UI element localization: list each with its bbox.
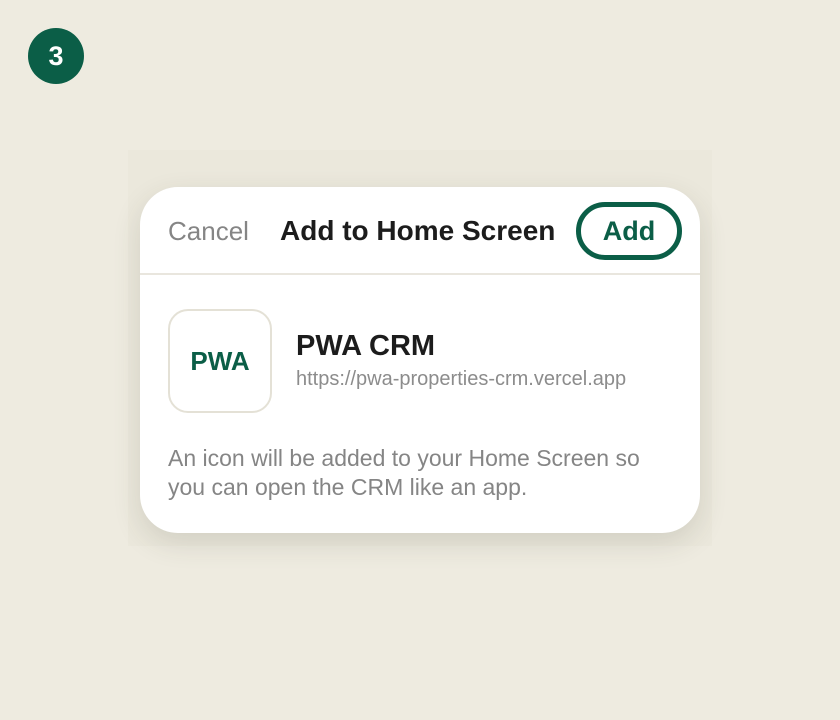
app-name: PWA CRM (296, 330, 436, 362)
dialog-description: An icon will be added to your Home Scree… (168, 445, 640, 500)
cancel-button[interactable]: Cancel (168, 214, 249, 248)
app-icon: PWA (168, 309, 272, 413)
dialog-title: Add to Home Screen (280, 215, 556, 246)
app-icon-label: PWA (190, 345, 250, 376)
step-number: 3 (48, 40, 64, 71)
app-url: https://pwa-properties-crm.vercel.app (296, 368, 627, 390)
step-number-badge: 3 (28, 28, 84, 84)
add-button[interactable]: Add (576, 202, 682, 260)
add-to-home-screen-dialog: Cancel Add to Home Screen Add PWA PWA CR… (140, 187, 700, 533)
dialog-header: Cancel Add to Home Screen Add (140, 187, 700, 275)
add-button-label: Add (602, 215, 656, 246)
